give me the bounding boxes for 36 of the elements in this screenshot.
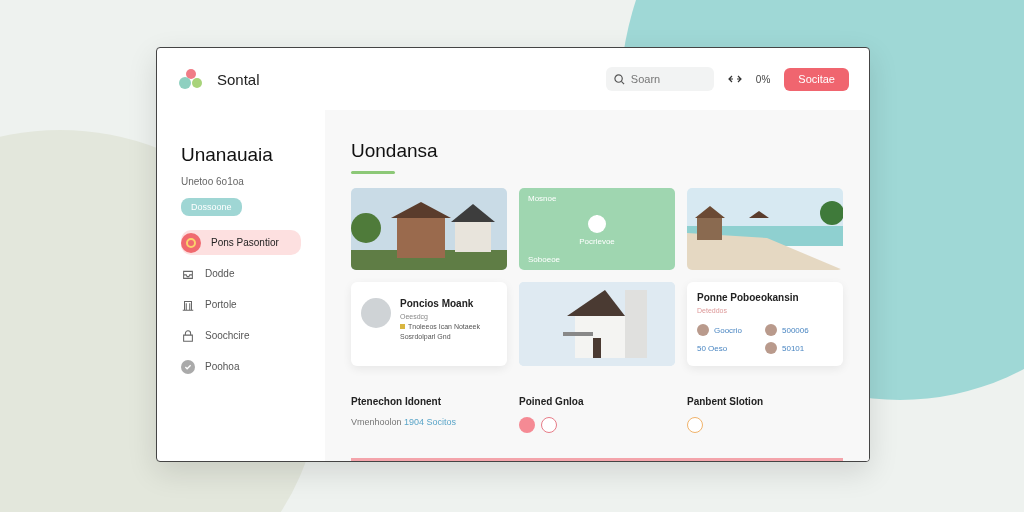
square-icon <box>400 324 405 329</box>
member-label: 50101 <box>782 343 805 353</box>
avatar <box>765 342 777 354</box>
status-text: 0% <box>755 73 771 85</box>
section-text: Vmenhoolon 1904 Socitos <box>351 417 458 427</box>
card-title: Ponne Poboeokansin <box>697 292 800 303</box>
member-label: 500006 <box>782 325 809 335</box>
avatar <box>765 324 777 336</box>
check-icon <box>181 359 195 374</box>
section-title: Panbent Slotion <box>687 396 765 407</box>
avatar <box>697 324 709 336</box>
badge-icon <box>181 232 201 253</box>
card-text: Pocrlevoe <box>579 236 615 246</box>
card-label: Soboeoe <box>528 255 562 264</box>
page-title: Uondansa <box>351 140 439 162</box>
card-label: Mosnoe <box>528 194 558 203</box>
link-icon[interactable] <box>727 74 742 84</box>
sidebar-subtitle: Unetoo 6o1oa <box>181 176 245 187</box>
tag: Dossoone <box>181 198 242 216</box>
sidebar-item[interactable]: Pons Pasontior <box>181 230 301 255</box>
sidebar-item[interactable]: Poohoa <box>181 354 301 379</box>
search-field[interactable]: Soarn <box>605 67 714 91</box>
sidebar-item[interactable]: Soochcire <box>181 323 301 348</box>
member-label: 50 Oeso <box>697 343 728 353</box>
section-title: Poined Gnloa <box>519 396 585 407</box>
lock-icon <box>181 328 195 343</box>
avatar <box>361 298 391 328</box>
circle-button[interactable] <box>687 417 703 433</box>
brand-name: Sontal <box>217 70 261 88</box>
sidebar-item[interactable]: Dodde <box>181 261 301 286</box>
profile-name: Poncios Moank <box>400 298 475 309</box>
member-label: Goocrio <box>714 325 742 335</box>
logo-icon <box>179 68 203 90</box>
sidebar-item[interactable]: Portole <box>181 292 301 317</box>
sidebar-title: Unanauaia <box>181 144 274 166</box>
section-title: Ptenechon Idonent <box>351 396 442 407</box>
